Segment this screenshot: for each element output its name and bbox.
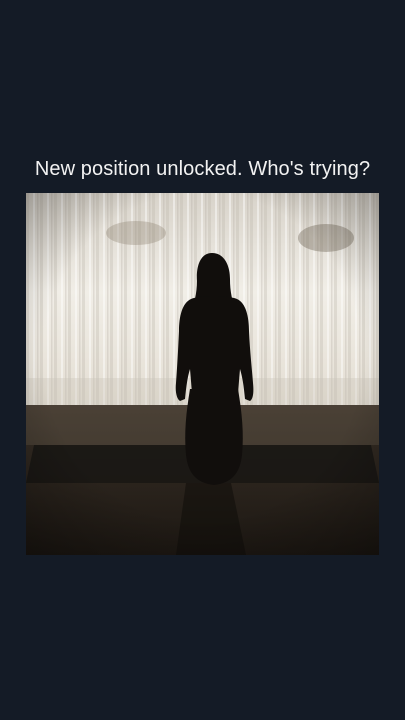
post-caption: New position unlocked. Who's trying?	[34, 158, 371, 180]
video-frame[interactable]	[26, 193, 379, 555]
video-still-image	[26, 193, 379, 555]
